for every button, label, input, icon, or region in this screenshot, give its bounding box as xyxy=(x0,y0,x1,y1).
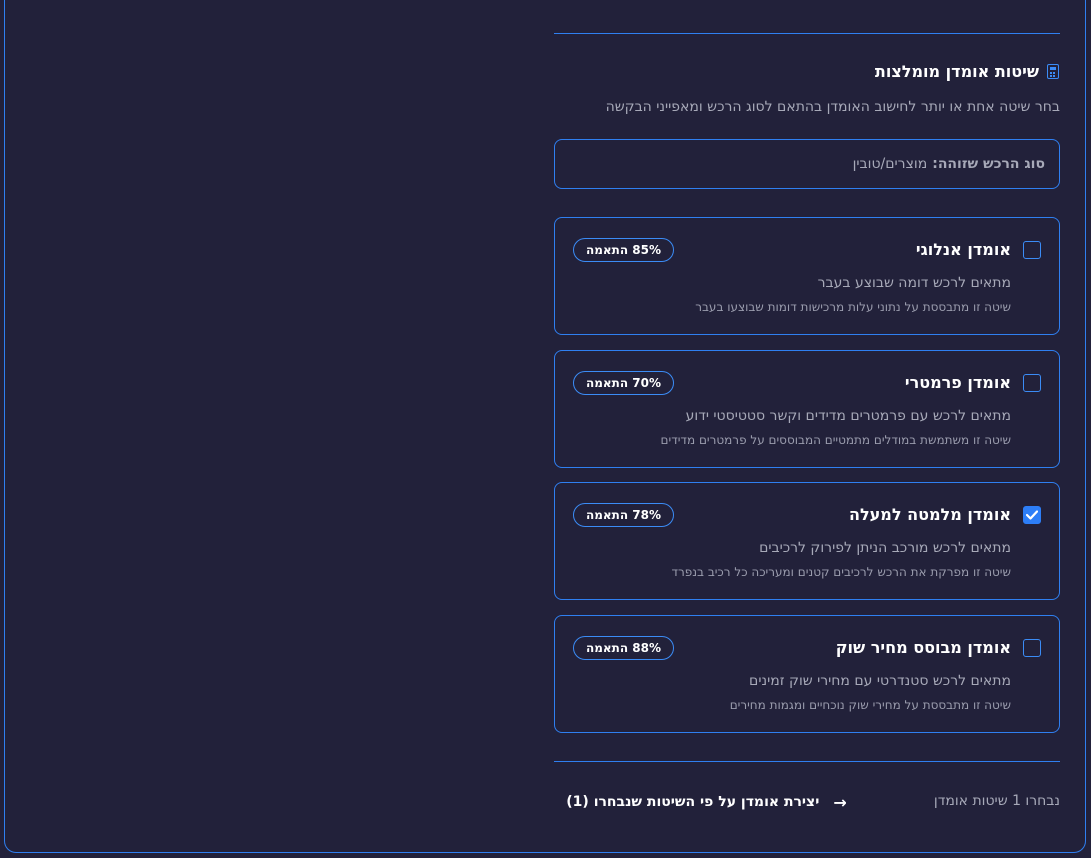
checkmark-icon xyxy=(1026,510,1038,520)
method-card-analogous[interactable]: אומדן אנלוגי 85% התאמה מתאים לרכש דומה ש… xyxy=(554,217,1060,335)
method-title: אומדן פרמטרי xyxy=(904,373,1011,392)
section-header: שיטות אומדן מומלצות xyxy=(875,62,1060,81)
create-estimate-button[interactable]: → יצירת אומדן על פי השיטות שנבחרו (1) xyxy=(554,786,859,818)
create-estimate-label: יצירת אומדן על פי השיטות שנבחרו (1) xyxy=(566,794,820,810)
method-title: אומדן אנלוגי xyxy=(915,240,1011,259)
method-detail: שיטה זו מפרקת את הרכש לרכיבים קטנים ומער… xyxy=(671,565,1011,579)
method-detail: שיטה זו מתבססת על מחירי שוק נוכחיים ומגמ… xyxy=(729,698,1011,712)
procurement-type-value: מוצרים/טובין xyxy=(852,156,928,172)
method-description: מתאים לרכש דומה שבוצע בעבר xyxy=(817,275,1011,291)
method-checkbox[interactable] xyxy=(1023,639,1041,657)
method-checkbox[interactable] xyxy=(1023,374,1041,392)
calculator-icon xyxy=(1047,64,1059,79)
match-badge: 88% התאמה xyxy=(573,636,675,660)
method-detail: שיטה זו משתמשת במודלים מתמטיים המבוססים … xyxy=(660,433,1011,447)
method-detail: שיטה זו מתבססת על נתוני עלות מרכישות דומ… xyxy=(695,300,1011,314)
arrow-right-icon: → xyxy=(833,792,847,812)
method-card-bottom-up[interactable]: אומדן מלמטה למעלה 78% התאמה מתאים לרכש מ… xyxy=(554,482,1060,600)
method-title: אומדן מלמטה למעלה xyxy=(848,505,1011,524)
section-title: שיטות אומדן מומלצות xyxy=(874,62,1039,81)
section-subtitle: בחר שיטה אחת או יותר לחישוב האומדן בהתאם… xyxy=(605,99,1060,115)
bottom-divider xyxy=(554,761,1060,762)
method-title: אומדן מבוסס מחיר שוק xyxy=(835,638,1011,657)
method-description: מתאים לרכש עם פרמטרים מדידים וקשר סטטיסט… xyxy=(685,408,1011,424)
method-checkbox[interactable] xyxy=(1023,241,1041,259)
method-card-market-price[interactable]: אומדן מבוסס מחיר שוק 88% התאמה מתאים לרכ… xyxy=(554,615,1060,733)
selected-methods-count: נבחרו 1 שיטות אומדן xyxy=(933,793,1060,809)
match-badge: 70% התאמה xyxy=(573,371,675,395)
method-description: מתאים לרכש מורכב הניתן לפירוק לרכיבים xyxy=(759,540,1011,556)
match-badge: 78% התאמה xyxy=(573,503,675,527)
procurement-type-label: סוג הרכש שזוהה: xyxy=(932,156,1045,172)
method-description: מתאים לרכש סטנדרטי עם מחירי שוק זמינים xyxy=(749,673,1011,689)
method-card-parametric[interactable]: אומדן פרמטרי 70% התאמה מתאים לרכש עם פרמ… xyxy=(554,350,1060,468)
top-divider xyxy=(554,33,1060,34)
method-checkbox-checked[interactable] xyxy=(1023,506,1041,524)
procurement-type-box: סוג הרכש שזוהה: מוצרים/טובין xyxy=(554,139,1060,189)
match-badge: 85% התאמה xyxy=(573,238,675,262)
